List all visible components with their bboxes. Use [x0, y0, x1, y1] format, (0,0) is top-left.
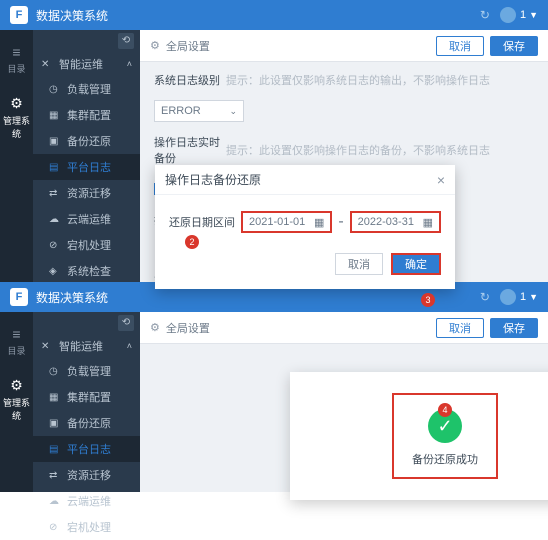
date-to-input[interactable]: 2022-03-31 ▦: [350, 211, 441, 233]
app-title: 数据决策系统: [36, 7, 108, 24]
page-title: 全局设置: [166, 38, 210, 54]
rt-hint: 提示：此设置仅影响操作日志的备份，不影响系统日志: [226, 142, 490, 158]
avatar[interactable]: [500, 7, 516, 23]
pin-icon[interactable]: ⟲: [118, 315, 134, 331]
daterange-label: 还原日期区间: [169, 214, 235, 230]
log-icon: ▤: [49, 162, 61, 173]
logo: F: [10, 6, 28, 24]
success-text: 备份还原成功: [412, 451, 478, 467]
badge-2: 2: [185, 235, 199, 249]
sidebar-item-migrate[interactable]: ⇄资源迁移: [33, 462, 140, 488]
sidebar-item-cluster[interactable]: ▦集群配置: [33, 384, 140, 410]
avatar[interactable]: [500, 289, 516, 305]
check-icon: ◈: [49, 266, 61, 277]
gauge-icon: ◷: [49, 366, 61, 377]
sidebar-item-backup[interactable]: ▣备份还原: [33, 410, 140, 436]
chevron-up-icon: ˄: [127, 341, 132, 351]
cloud-icon: ☁: [49, 496, 61, 507]
sidebar-item-platformlog[interactable]: ▤平台日志: [33, 154, 140, 180]
gear-icon: ⚙: [150, 321, 160, 334]
restore-dialog: 操作日志备份还原 × 2 3 还原日期区间 2021-01-01 ▦ - 202…: [155, 165, 455, 289]
tools-icon: ✕: [41, 59, 53, 70]
close-icon[interactable]: ×: [437, 172, 445, 188]
sidebar-item-check[interactable]: ◈系统检查: [33, 258, 140, 284]
chevron-up-icon: ˄: [127, 59, 132, 69]
transfer-icon: ⇄: [49, 188, 61, 199]
loglevel-select[interactable]: ERROR ⌄: [154, 100, 244, 122]
sidebar-item-platformlog[interactable]: ▤平台日志: [33, 436, 140, 462]
sidebar-item-cluster[interactable]: ▦集群配置: [33, 102, 140, 128]
alert-icon: ⊘: [49, 522, 61, 533]
user-count: 1: [520, 9, 526, 21]
badge-3: 3: [421, 293, 435, 307]
logo: F: [10, 288, 28, 306]
calendar-icon: ▦: [314, 216, 324, 229]
page-title: 全局设置: [166, 320, 210, 336]
sidebar-item-cloud[interactable]: ☁云端运维: [33, 206, 140, 232]
save-button[interactable]: 保存: [490, 318, 538, 338]
rail-catalog[interactable]: ≡ 目录: [7, 44, 25, 75]
chevron-down-icon: ⌄: [229, 106, 237, 117]
gear-icon: ⚙: [150, 39, 160, 52]
log-icon: ▤: [49, 444, 61, 455]
gear-icon: ⚙: [0, 95, 33, 112]
list-icon: ≡: [7, 326, 25, 342]
save-button[interactable]: 保存: [490, 36, 538, 56]
alert-icon: ⊘: [49, 240, 61, 251]
archive-icon: ▣: [49, 136, 61, 147]
calendar-icon: ▦: [423, 216, 433, 229]
grid-icon: ▦: [49, 110, 61, 121]
sidebar-item-crash[interactable]: ⊘宕机处理: [33, 232, 140, 258]
cancel-button[interactable]: 取消: [436, 318, 484, 338]
sidebar-item-backup[interactable]: ▣备份还原: [33, 128, 140, 154]
rt-label: 操作日志实时备份: [154, 134, 226, 166]
refresh-icon[interactable]: ↻: [480, 290, 490, 304]
transfer-icon: ⇄: [49, 470, 61, 481]
gauge-icon: ◷: [49, 84, 61, 95]
refresh-icon[interactable]: ↻: [480, 8, 490, 22]
chevron-down-icon[interactable]: ▼: [529, 292, 538, 302]
cancel-button[interactable]: 取消: [436, 36, 484, 56]
list-icon: ≡: [7, 44, 25, 60]
cloud-icon: ☁: [49, 214, 61, 225]
tools-icon: ✕: [41, 341, 53, 352]
sidebar-group-ops[interactable]: ✕ 智能运维 ˄: [33, 334, 140, 358]
dialog-ok-button[interactable]: 确定: [391, 253, 441, 275]
left-rail: ≡ 目录 ⚙ 管理系统: [0, 30, 33, 282]
gear-icon: ⚙: [0, 377, 33, 394]
sidebar: ⟲ ✕ 智能运维 ˄ ◷负载管理 ▦集群配置 ▣备份还原 ▤平台日志 ⇄资源迁移…: [33, 30, 140, 282]
app-title: 数据决策系统: [36, 289, 108, 306]
sidebar-item-load[interactable]: ◷负载管理: [33, 76, 140, 102]
pin-icon[interactable]: ⟲: [118, 33, 134, 49]
loglevel-hint: 提示：此设置仅影响系统日志的输出，不影响操作日志: [226, 72, 490, 88]
left-rail: ≡ 目录 ⚙ 管理系统: [0, 312, 33, 492]
dialog-cancel-button[interactable]: 取消: [335, 253, 383, 275]
grid-icon: ▦: [49, 392, 61, 403]
top-bar: F 数据决策系统 ↻ 1 ▼: [0, 0, 548, 30]
sidebar-item-cloud[interactable]: ☁云端运维: [33, 488, 140, 514]
chevron-down-icon[interactable]: ▼: [529, 10, 538, 20]
dialog-title: 操作日志备份还原: [165, 171, 261, 188]
sidebar: ⟲ ✕ 智能运维 ˄ ◷负载管理 ▦集群配置 ▣备份还原 ▤平台日志 ⇄资源迁移…: [33, 312, 140, 492]
rail-catalog[interactable]: ≡ 目录: [7, 326, 25, 357]
sidebar-group-ops[interactable]: ✕ 智能运维 ˄: [33, 52, 140, 76]
badge-4: 4: [438, 403, 452, 417]
main: ⚙ 全局设置 取消 保存 4 ✓ 备份还原成功: [140, 312, 548, 492]
rail-manage[interactable]: ⚙ 管理系统: [0, 377, 33, 422]
range-sep: -: [338, 213, 343, 231]
loglevel-label: 系统日志级别: [154, 72, 226, 88]
user-count: 1: [520, 291, 526, 303]
archive-icon: ▣: [49, 418, 61, 429]
sidebar-item-migrate[interactable]: ⇄资源迁移: [33, 180, 140, 206]
date-from-input[interactable]: 2021-01-01 ▦: [241, 211, 332, 233]
rail-manage[interactable]: ⚙ 管理系统: [0, 95, 33, 140]
sidebar-item-crash[interactable]: ⊘宕机处理: [33, 514, 140, 540]
success-panel: 4 ✓ 备份还原成功: [290, 372, 548, 500]
sidebar-item-load[interactable]: ◷负载管理: [33, 358, 140, 384]
